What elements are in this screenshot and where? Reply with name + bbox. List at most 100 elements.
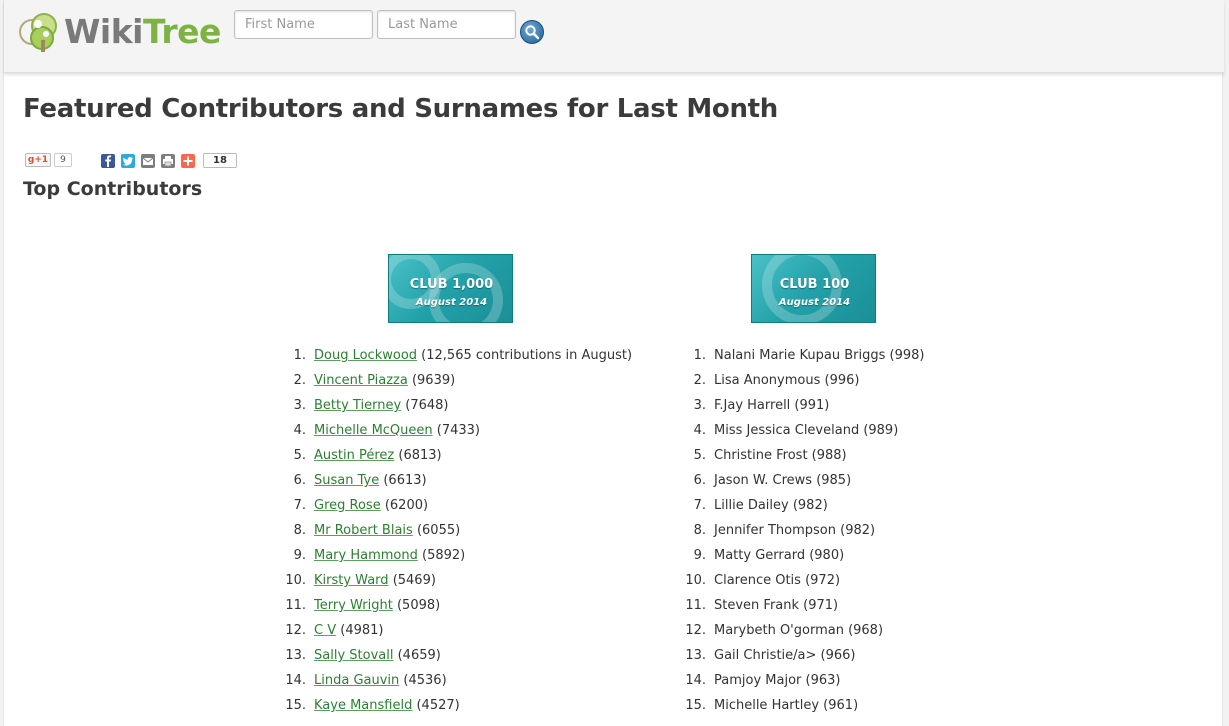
list-item: 13. Gail Christie/a> (966) xyxy=(685,643,924,668)
rank-number: 9. xyxy=(693,548,706,563)
rank-number: 5. xyxy=(293,448,306,463)
contribution-count: (6613) xyxy=(383,473,427,488)
search-icon xyxy=(525,25,540,40)
badge-title: CLUB 1,000 xyxy=(409,277,494,292)
contributor-link[interactable]: Mr Robert Blais xyxy=(314,523,413,538)
email-icon[interactable] xyxy=(141,154,155,168)
contributor-link[interactable]: Linda Gauvin xyxy=(314,673,399,688)
contribution-count: (4527) xyxy=(416,698,460,713)
club-100-list: 1. Nalani Marie Kupau Briggs (998) 2. Lisa … xyxy=(685,343,924,718)
club-100-badge[interactable]: CLUB 100 August 2014 xyxy=(751,254,876,323)
contributor-link[interactable]: Vincent Piazza xyxy=(314,373,408,388)
rank-number: 13. xyxy=(685,648,706,663)
list-item: 14. Pamjoy Major (963) xyxy=(685,668,924,693)
contributor-name: Jennifer Thompson (982) xyxy=(714,523,876,538)
badge-ring-decoration xyxy=(429,263,503,322)
rank-number: 7. xyxy=(693,498,706,513)
rank-number: 15. xyxy=(685,698,706,713)
addthis-icon[interactable] xyxy=(181,154,195,168)
rank-number: 6. xyxy=(693,473,706,488)
list-item: 2. Lisa Anonymous (996) xyxy=(694,368,924,393)
contributor-name: Michelle Hartley (961) xyxy=(714,698,859,713)
last-name-input[interactable] xyxy=(377,10,516,39)
list-item: 6. Susan Tye (6613) xyxy=(294,468,632,493)
rank-number: 1. xyxy=(693,348,706,363)
contributor-name: Gail Christie/a> (966) xyxy=(714,648,856,663)
rank-number: 3. xyxy=(293,398,306,413)
rank-number: 12. xyxy=(285,623,306,638)
rank-number: 9. xyxy=(293,548,306,563)
contributor-name: Clarence Otis (972) xyxy=(714,573,841,588)
rank-number: 1. xyxy=(293,348,306,363)
contributor-link[interactable]: Betty Tierney xyxy=(314,398,401,413)
list-item: 4. Michelle McQueen (7433) xyxy=(294,418,632,443)
badge-title: CLUB 100 xyxy=(779,277,850,292)
facebook-icon[interactable] xyxy=(101,154,115,168)
rank-number: 11. xyxy=(685,598,706,613)
list-item: 15. Michelle Hartley (961) xyxy=(685,693,924,718)
contributor-link[interactable]: Mary Hammond xyxy=(314,548,418,563)
contribution-count: (5469) xyxy=(392,573,436,588)
first-name-input[interactable] xyxy=(234,10,373,39)
rank-number: 6. xyxy=(293,473,306,488)
list-item: 10. Kirsty Ward (5469) xyxy=(285,568,632,593)
list-item: 14. Linda Gauvin (4536) xyxy=(285,668,632,693)
page-title: Featured Contributors and Surnames for L… xyxy=(23,94,779,124)
list-item: 13. Sally Stovall (4659) xyxy=(285,643,632,668)
contribution-count: (4536) xyxy=(403,673,447,688)
contributor-name: Christine Frost (988) xyxy=(714,448,847,463)
list-item: 8. Mr Robert Blais (6055) xyxy=(294,518,632,543)
rank-number: 14. xyxy=(285,673,306,688)
gplus-button[interactable]: g+1 xyxy=(25,153,51,167)
contributor-link[interactable]: Doug Lockwood xyxy=(314,348,417,363)
list-item: 5. Austin Pérez (6813) xyxy=(294,443,632,468)
contributor-name: F.Jay Harrell (991) xyxy=(714,398,830,413)
list-item: 1. Doug Lockwood (12,565 contributions in… xyxy=(294,343,633,368)
rank-number: 3. xyxy=(693,398,706,413)
contributor-link[interactable]: Austin Pérez xyxy=(314,448,394,463)
list-item: 15. Kaye Mansfield (4527) xyxy=(285,693,632,718)
print-icon[interactable] xyxy=(161,154,175,168)
rank-number: 7. xyxy=(293,498,306,513)
contributor-link[interactable]: Michelle McQueen xyxy=(314,423,433,438)
contributor-link[interactable]: Susan Tye xyxy=(314,473,379,488)
contributor-name: Miss Jessica Cleveland (989) xyxy=(714,423,899,438)
contributor-link[interactable]: Kaye Mansfield xyxy=(314,698,412,713)
wikitree-logo[interactable]: WikiTree xyxy=(16,10,221,54)
rank-number: 12. xyxy=(685,623,706,638)
contributor-link[interactable]: Sally Stovall xyxy=(314,648,393,663)
rank-number: 8. xyxy=(293,523,306,538)
badge-date: August 2014 xyxy=(778,297,851,308)
contribution-count: (4659) xyxy=(397,648,441,663)
search-button[interactable] xyxy=(520,20,544,44)
contribution-count: (7433) xyxy=(436,423,481,438)
contributor-link[interactable]: Kirsty Ward xyxy=(314,573,389,588)
rank-number: 2. xyxy=(693,373,706,388)
contributor-link[interactable]: Greg Rose xyxy=(314,498,381,513)
list-item: 12. C V (4981) xyxy=(285,618,632,643)
contribution-count: (6200) xyxy=(384,498,429,513)
rank-number: 10. xyxy=(685,573,706,588)
rank-number: 15. xyxy=(285,698,306,713)
contribution-count: (9639) xyxy=(411,373,456,388)
contributor-link[interactable]: Terry Wright xyxy=(314,598,393,613)
twitter-icon[interactable] xyxy=(121,154,135,168)
contributor-name: Marybeth O'gorman (968) xyxy=(714,623,884,638)
club-1000-badge[interactable]: CLUB 1,000 August 2014 xyxy=(388,254,513,323)
contributor-name: Pamjoy Major (963) xyxy=(714,673,841,688)
contributor-name: Lillie Dailey (982) xyxy=(714,498,828,513)
list-item: 3. Betty Tierney (7648) xyxy=(294,393,632,418)
contributor-name: Lisa Anonymous (996) xyxy=(714,373,860,388)
list-item: 2. Vincent Piazza (9639) xyxy=(294,368,632,393)
section-title: Top Contributors xyxy=(23,178,203,200)
contributor-name: Jason W. Crews (985) xyxy=(714,473,852,488)
rank-number: 5. xyxy=(693,448,706,463)
rank-number: 13. xyxy=(285,648,306,663)
contribution-count: (5892) xyxy=(422,548,466,563)
list-item: 3. F.Jay Harrell (991) xyxy=(694,393,924,418)
list-item: 12. Marybeth O'gorman (968) xyxy=(685,618,924,643)
contributor-link[interactable]: C V xyxy=(314,623,336,638)
contribution-count: (5098) xyxy=(396,598,441,613)
rank-number: 10. xyxy=(285,573,306,588)
rank-number: 2. xyxy=(293,373,306,388)
